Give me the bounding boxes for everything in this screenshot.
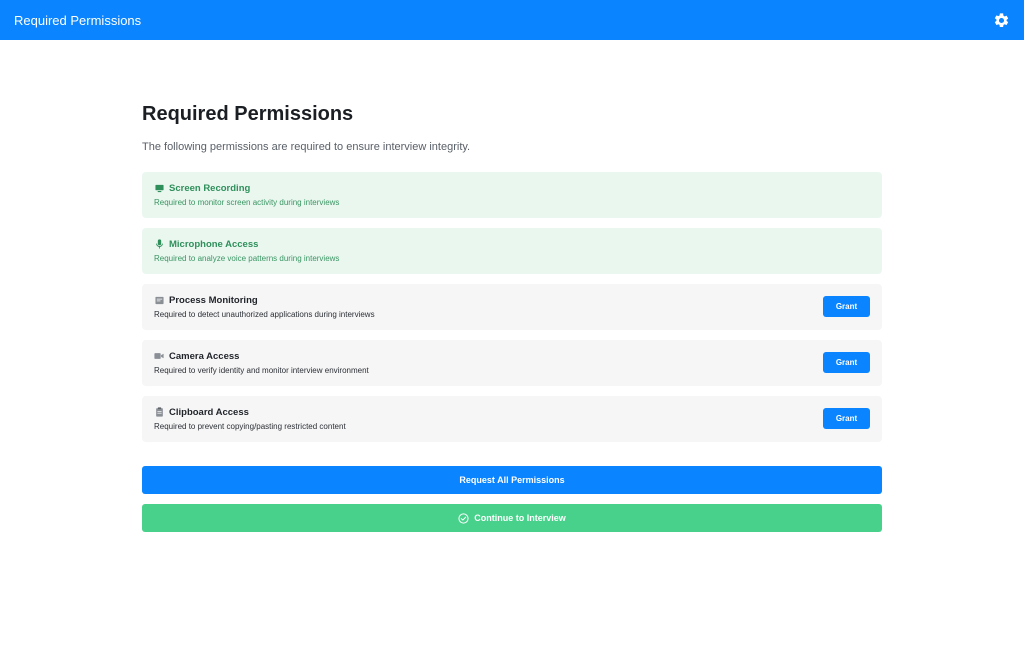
- monitor-icon: [154, 183, 164, 193]
- permission-name: Clipboard Access: [169, 406, 249, 418]
- permission-item-clipboard: Clipboard Access Required to prevent cop…: [142, 396, 882, 442]
- app-title: Required Permissions: [14, 12, 142, 28]
- permission-item-camera: Camera Access Required to verify identit…: [142, 340, 882, 386]
- check-circle-icon: [458, 512, 469, 524]
- permission-description: Required to detect unauthorized applicat…: [154, 310, 375, 319]
- permission-description: Required to analyze voice patterns durin…: [154, 254, 340, 263]
- permission-item-microphone: Microphone Access Required to analyze vo…: [142, 228, 882, 274]
- permission-name: Microphone Access: [169, 238, 259, 250]
- camera-icon: [154, 351, 164, 361]
- clipboard-icon: [154, 407, 164, 417]
- permission-description: Required to monitor screen activity duri…: [154, 198, 340, 207]
- permission-name: Process Monitoring: [169, 294, 258, 306]
- grant-button[interactable]: Grant: [823, 352, 870, 373]
- permission-name: Screen Recording: [169, 182, 251, 194]
- permission-list: Screen Recording Required to monitor scr…: [142, 172, 882, 442]
- permission-name: Camera Access: [169, 350, 240, 362]
- grant-button[interactable]: Grant: [823, 296, 870, 317]
- request-all-label: Request All Permissions: [459, 475, 565, 485]
- permission-item-process-monitoring: Process Monitoring Required to detect un…: [142, 284, 882, 330]
- permission-description: Required to prevent copying/pasting rest…: [154, 422, 346, 431]
- request-all-permissions-button[interactable]: Request All Permissions: [142, 466, 882, 494]
- page-title: Required Permissions: [142, 103, 354, 125]
- microphone-icon: [154, 239, 164, 249]
- page-description: The following permissions are required t…: [142, 141, 471, 153]
- top-bar: Required Permissions: [0, 0, 1024, 40]
- permission-item-screen-recording: Screen Recording Required to monitor scr…: [142, 172, 882, 218]
- gear-icon[interactable]: [992, 11, 1010, 29]
- permissions-panel: Required Permissions The following permi…: [142, 100, 882, 452]
- continue-label: Continue to Interview: [474, 513, 566, 523]
- permission-description: Required to verify identity and monitor …: [154, 366, 369, 375]
- process-icon: [154, 295, 164, 305]
- grant-button[interactable]: Grant: [823, 408, 870, 429]
- continue-to-interview-button[interactable]: Continue to Interview: [142, 504, 882, 532]
